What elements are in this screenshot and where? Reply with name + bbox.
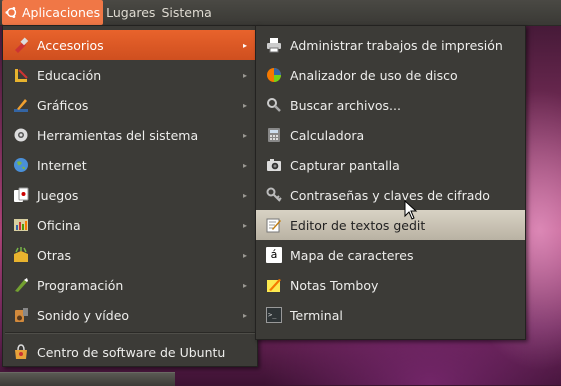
education-icon	[13, 67, 29, 83]
menu-item-system-tools[interactable]: Herramientas del sistema ▸	[3, 120, 257, 150]
submenu-item-tomboy[interactable]: Notas Tomboy	[256, 270, 525, 300]
submenu-arrow-icon: ▸	[242, 160, 247, 170]
panel-menubar: Aplicaciones Lugares Sistema	[2, 0, 215, 25]
menu-item-office[interactable]: Oficina ▸	[3, 210, 257, 240]
submenu-item-passwords-keys[interactable]: Contraseñas y claves de cifrado	[256, 180, 525, 210]
submenu-item-terminal[interactable]: >_ Terminal	[256, 300, 525, 330]
menu-item-label: Analizador de uso de disco	[290, 67, 458, 83]
menu-item-label: Juegos	[37, 187, 79, 203]
menu-item-internet[interactable]: Internet ▸	[3, 150, 257, 180]
notes-icon	[266, 277, 282, 293]
charmap-glyph: á	[270, 248, 278, 261]
submenu-item-screenshot[interactable]: Capturar pantalla	[256, 150, 525, 180]
submenu-arrow-icon: ▸	[242, 220, 247, 230]
menu-item-label: Educación	[37, 67, 102, 83]
menu-item-label: Sonido y vídeo	[37, 307, 130, 323]
menu-item-label: Administrar trabajos de impresión	[290, 37, 503, 53]
accessories-icon	[13, 37, 29, 53]
submenu-item-calculator[interactable]: Calculadora	[256, 120, 525, 150]
system-tools-icon	[13, 127, 29, 143]
menu-item-other[interactable]: Otras ▸	[3, 240, 257, 270]
menu-item-label: Accesorios	[37, 37, 104, 53]
menu-item-games[interactable]: Juegos ▸	[3, 180, 257, 210]
menu-item-label: Terminal	[290, 307, 343, 323]
menu-item-software-center[interactable]: Centro de software de Ubuntu	[3, 337, 257, 367]
submenu-item-search-files[interactable]: Buscar archivos...	[256, 90, 525, 120]
terminal-glyph: >_	[268, 311, 277, 319]
places-menu[interactable]: Lugares	[103, 0, 158, 25]
submenu-arrow-icon: ▸	[242, 100, 247, 110]
calculator-icon	[266, 127, 282, 143]
submenu-arrow-icon: ▸	[242, 70, 247, 80]
accessories-submenu: Administrar trabajos de impresión Analiz…	[255, 25, 526, 340]
menu-item-education[interactable]: Educación ▸	[3, 60, 257, 90]
submenu-item-charmap[interactable]: á Mapa de caracteres	[256, 240, 525, 270]
bottom-panel	[0, 372, 175, 386]
menu-item-label: Gráficos	[37, 97, 89, 113]
submenu-item-print-jobs[interactable]: Administrar trabajos de impresión	[256, 30, 525, 60]
submenu-arrow-icon: ▸	[242, 130, 247, 140]
sound-video-icon	[13, 307, 29, 323]
menu-item-sound-video[interactable]: Sonido y vídeo ▸	[3, 300, 257, 330]
menu-item-label: Centro de software de Ubuntu	[37, 344, 226, 360]
submenu-arrow-icon: ▸	[242, 190, 247, 200]
office-icon	[13, 217, 29, 233]
menu-item-label: Contraseñas y claves de cifrado	[290, 187, 490, 203]
text-editor-icon	[266, 217, 282, 233]
software-center-icon	[13, 344, 29, 360]
submenu-item-disk-usage[interactable]: Analizador de uso de disco	[256, 60, 525, 90]
applications-menu[interactable]: Aplicaciones	[2, 0, 104, 25]
menu-item-label: Calculadora	[290, 127, 365, 143]
menu-item-label: Buscar archivos...	[290, 97, 401, 113]
camera-icon	[266, 157, 282, 173]
ubuntu-logo-icon	[5, 0, 18, 25]
mouse-cursor-icon	[404, 199, 418, 223]
menu-item-label: Capturar pantalla	[290, 157, 400, 173]
internet-icon	[13, 157, 29, 173]
submenu-arrow-icon: ▸	[242, 310, 247, 320]
programming-icon	[13, 277, 29, 293]
other-icon	[13, 247, 29, 263]
menu-separator	[5, 332, 255, 334]
submenu-arrow-icon: ▸	[242, 250, 247, 260]
menu-item-label: Notas Tomboy	[290, 277, 379, 293]
printer-icon	[266, 37, 282, 53]
system-menu[interactable]: Sistema	[158, 0, 214, 25]
menu-item-label: Programación	[37, 277, 124, 293]
menu-item-programming[interactable]: Programación ▸	[3, 270, 257, 300]
menu-item-label: Internet	[37, 157, 87, 173]
submenu-arrow-icon: ▸	[242, 40, 247, 50]
graphics-icon	[13, 97, 29, 113]
search-icon	[266, 97, 282, 113]
submenu-item-gedit[interactable]: Editor de textos gedit	[256, 210, 525, 240]
menu-item-accessories[interactable]: Accesorios ▸	[3, 30, 257, 60]
top-panel: Aplicaciones Lugares Sistema	[0, 0, 561, 26]
charmap-icon: á	[266, 247, 282, 263]
menu-item-graphics[interactable]: Gráficos ▸	[3, 90, 257, 120]
keys-icon	[266, 187, 282, 203]
submenu-arrow-icon: ▸	[242, 280, 247, 290]
applications-label: Aplicaciones	[22, 5, 101, 20]
disk-usage-icon	[266, 67, 282, 83]
applications-dropdown: Accesorios ▸ Educación ▸ Gráficos ▸ Herr…	[2, 25, 258, 367]
menu-item-label: Otras	[37, 247, 72, 263]
menu-item-label: Herramientas del sistema	[37, 127, 199, 143]
menu-item-label: Mapa de caracteres	[290, 247, 414, 263]
menu-item-label: Oficina	[37, 217, 81, 233]
games-icon	[13, 187, 29, 203]
terminal-icon: >_	[266, 307, 282, 323]
